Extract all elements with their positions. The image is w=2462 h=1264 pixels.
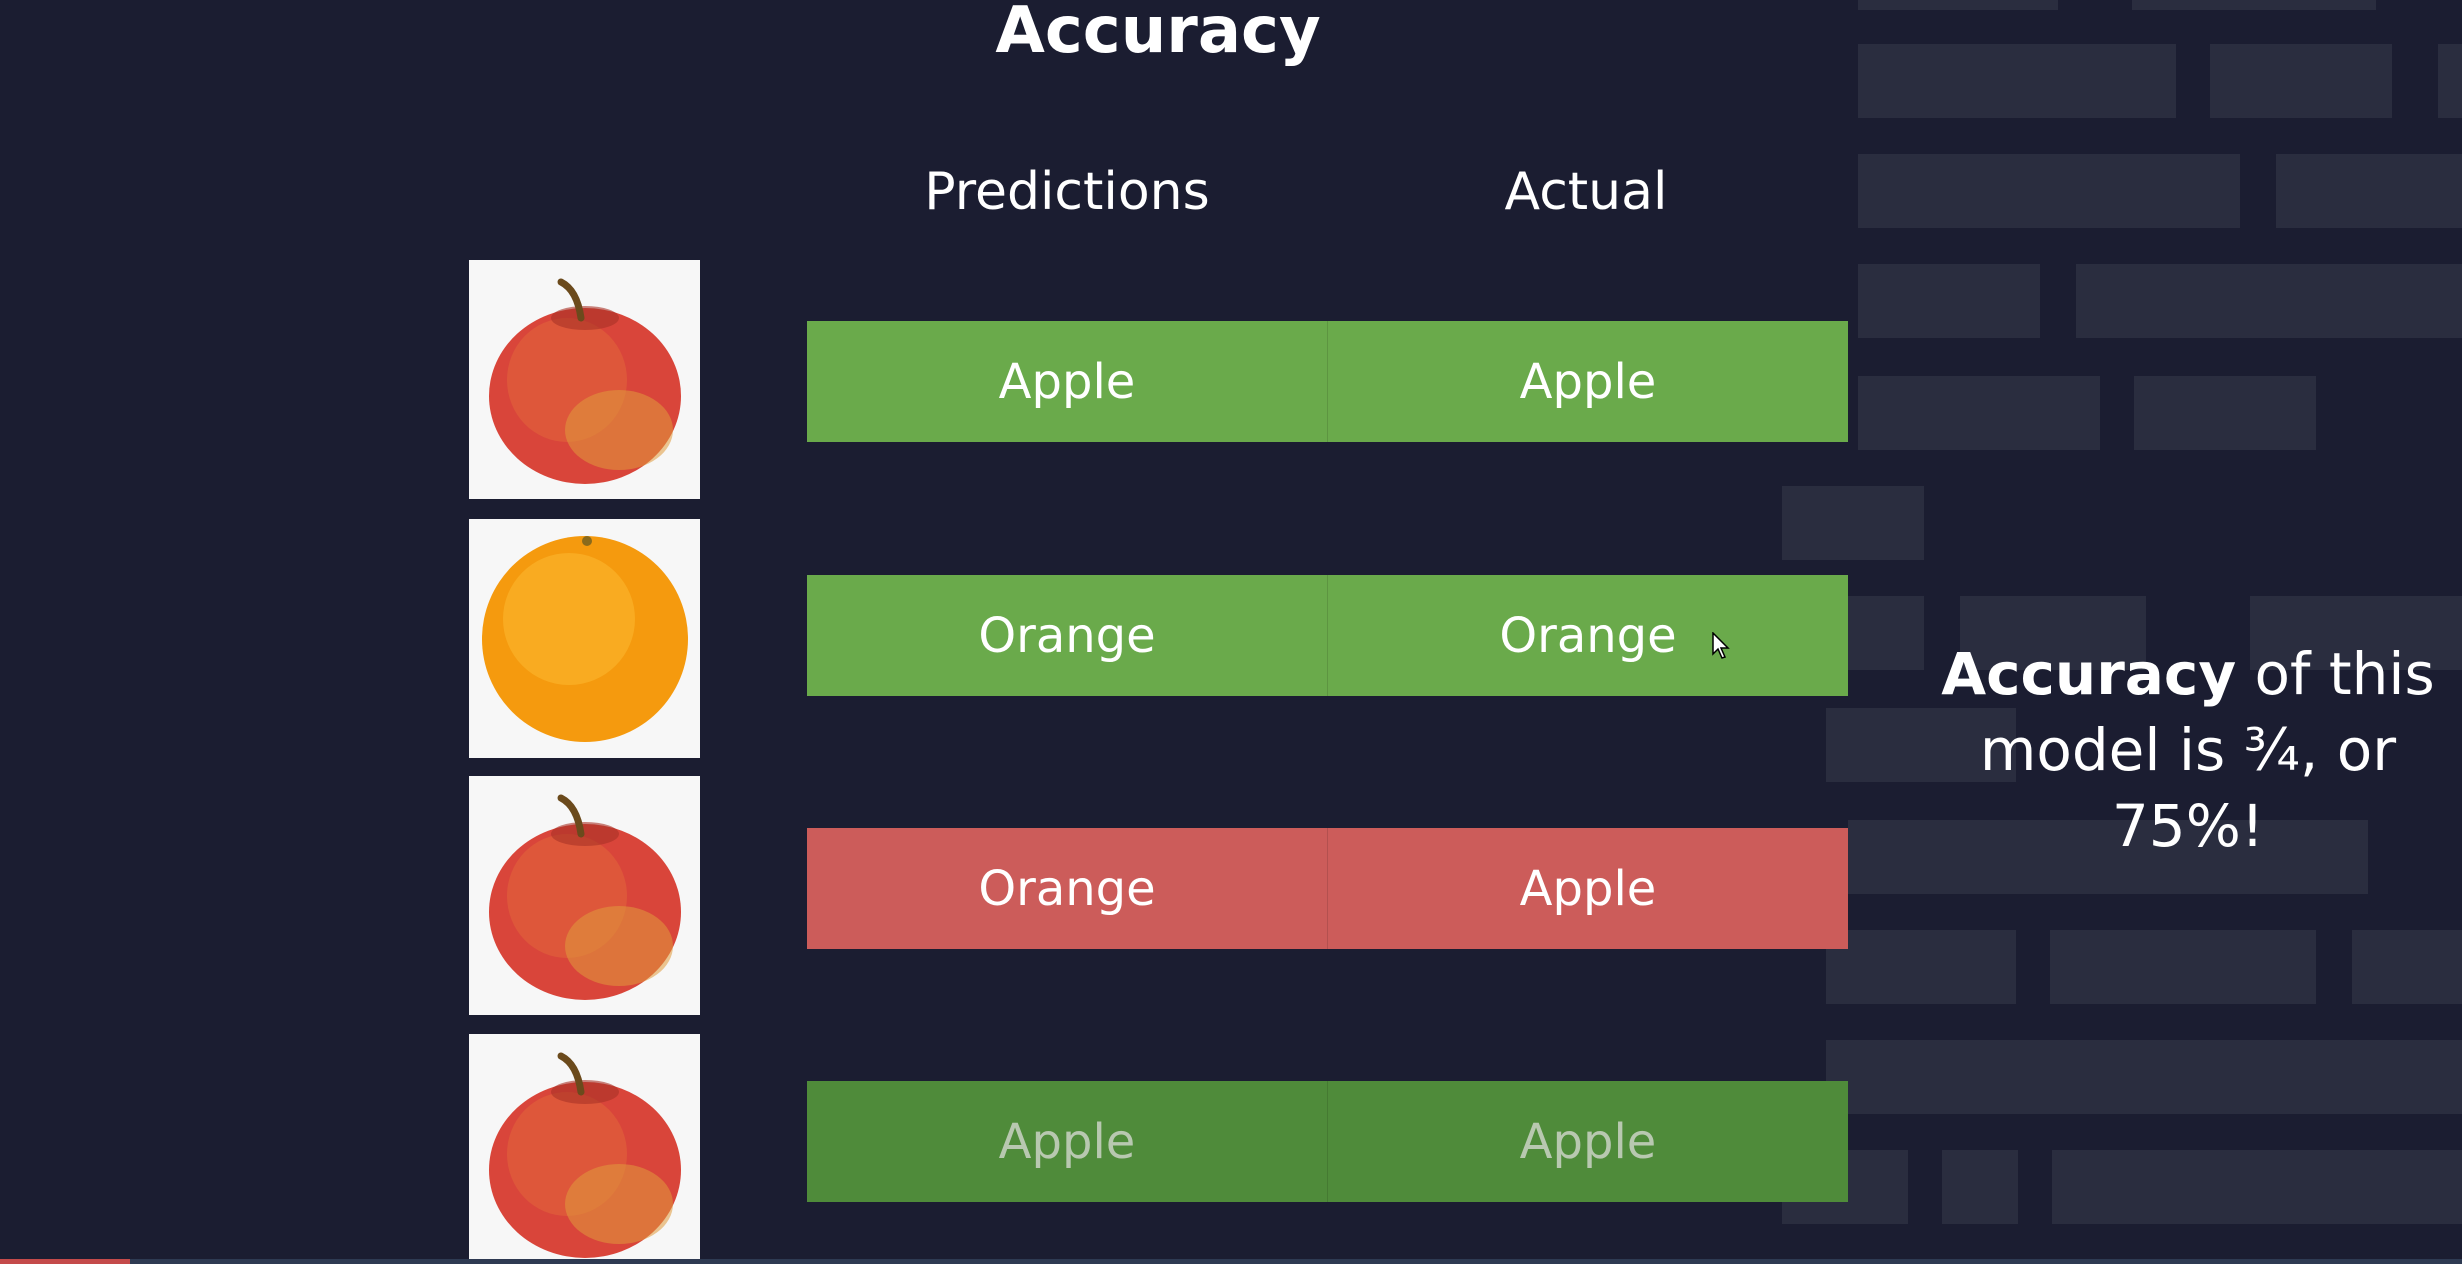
predictions-header: Predictions — [924, 162, 1210, 222]
prediction-cell: Apple — [807, 321, 1328, 442]
slide-title: Accuracy — [995, 0, 1321, 68]
actual-header: Actual — [1504, 162, 1668, 222]
accuracy-summary: Accuracy of this model is ¾, or 75%! — [1938, 636, 2438, 864]
orange-icon — [469, 519, 700, 758]
mouse-cursor-icon — [1712, 632, 1730, 659]
actual-cell: Apple — [1519, 860, 1657, 917]
progress-fill — [0, 1259, 130, 1264]
apple-icon — [469, 776, 700, 1015]
comparison-row: Apple Apple — [807, 1081, 1848, 1202]
actual-cell: Apple — [1519, 353, 1657, 410]
comparison-row: Orange Apple — [807, 828, 1848, 949]
actual-cell: Orange — [1499, 607, 1677, 664]
apple-icon — [469, 1034, 700, 1264]
prediction-cell: Orange — [807, 575, 1328, 696]
prediction-cell: Apple — [807, 1081, 1328, 1202]
progress-track — [0, 1259, 2462, 1264]
summary-bold: Accuracy — [1941, 640, 2237, 708]
apple-icon — [469, 260, 700, 499]
prediction-cell: Orange — [807, 828, 1328, 949]
comparison-row: Orange Orange — [807, 575, 1848, 696]
actual-cell: Apple — [1519, 1113, 1657, 1170]
comparison-row: Apple Apple — [807, 321, 1848, 442]
